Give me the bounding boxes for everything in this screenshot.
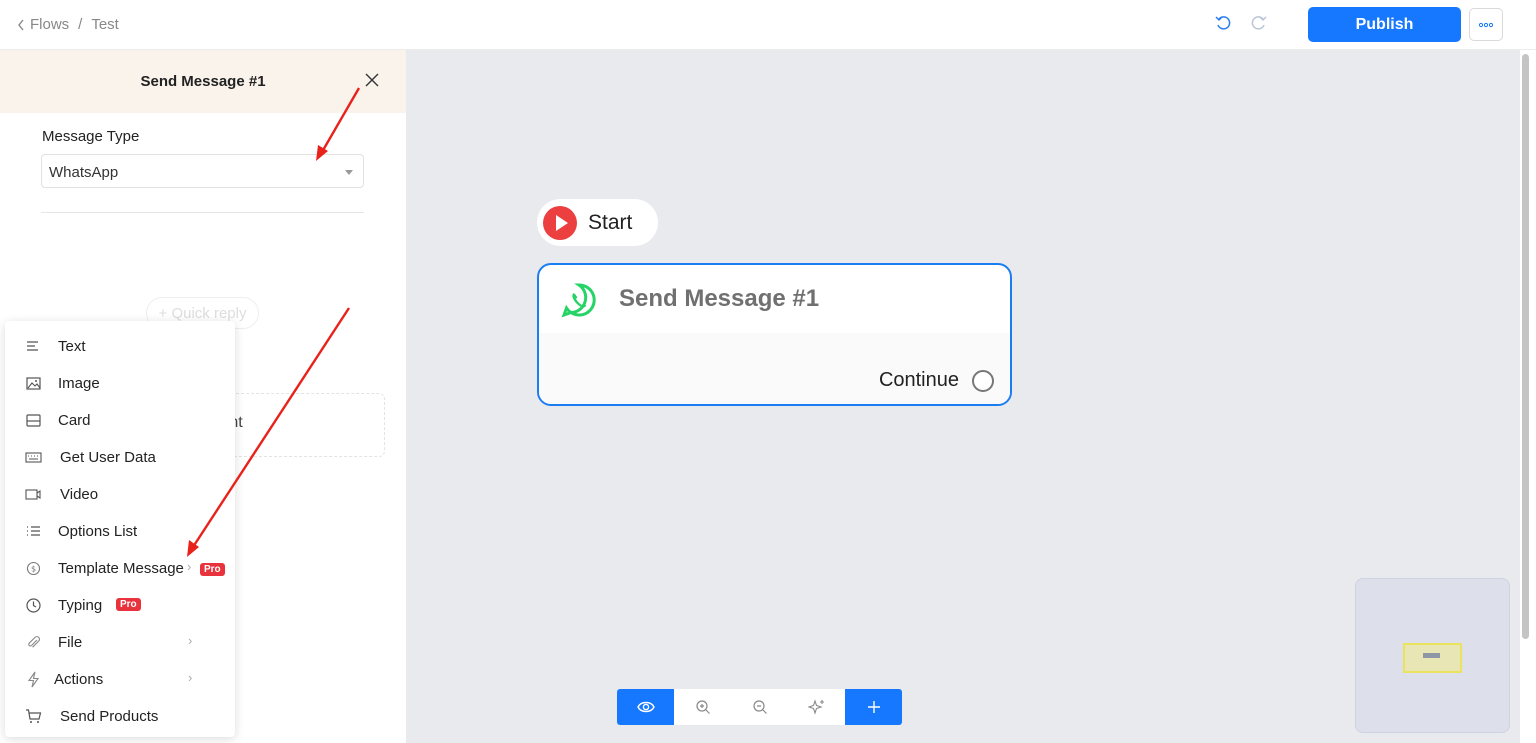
menu-item-label: Template Message	[58, 560, 184, 577]
video-icon	[25, 489, 41, 500]
breadcrumb-separator: /	[78, 16, 83, 33]
panel-title: Send Message #1	[140, 73, 266, 90]
menu-item-file[interactable]: File ›	[5, 624, 235, 660]
menu-item-video[interactable]: Video	[5, 476, 235, 512]
breadcrumb-current: Test	[91, 16, 119, 33]
minimap-node-marker	[1423, 653, 1440, 658]
menu-item-label: Get User Data	[60, 449, 156, 466]
pro-badge: Pro	[200, 563, 225, 576]
chevron-right-icon: ›	[188, 670, 193, 685]
menu-item-text[interactable]: Text	[5, 328, 235, 364]
start-node[interactable]: Start	[537, 199, 658, 246]
sparkle-icon	[807, 699, 824, 715]
chevron-right-icon: ›	[187, 559, 192, 574]
clock-icon	[26, 598, 41, 613]
continue-connection-port[interactable]	[972, 370, 994, 392]
zoom-out-button[interactable]	[731, 689, 788, 725]
cart-icon	[26, 709, 42, 723]
menu-item-label: File	[58, 634, 83, 651]
card-icon	[26, 414, 41, 427]
menu-item-label: Text	[58, 338, 86, 355]
vertical-scrollbar[interactable]	[1522, 54, 1529, 639]
menu-item-label: Send Products	[60, 708, 159, 725]
ellipsis-icon	[1478, 22, 1494, 27]
menu-item-label: Video	[60, 486, 99, 503]
history-controls	[1214, 14, 1268, 32]
menu-item-label: Options List	[58, 523, 138, 540]
menu-item-label: Typing	[58, 597, 103, 614]
menu-item-label: Card	[58, 412, 91, 429]
dollar-circle-icon: $	[26, 561, 41, 576]
start-node-label: Start	[588, 211, 633, 234]
list-icon	[27, 526, 40, 536]
text-lines-icon	[27, 341, 38, 351]
redo-icon[interactable]	[1250, 14, 1268, 32]
menu-item-label: Image	[58, 375, 100, 392]
keyboard-icon	[25, 452, 42, 463]
breadcrumb: Flows / Test	[16, 16, 119, 33]
top-bar: Flows / Test Publish	[0, 0, 1536, 50]
image-icon	[26, 377, 41, 390]
menu-item-send-products[interactable]: Send Products	[5, 698, 235, 734]
node-title: Send Message #1	[619, 285, 820, 312]
add-node-button[interactable]	[845, 689, 902, 725]
chevron-left-icon[interactable]	[16, 18, 26, 32]
paperclip-icon	[28, 636, 40, 648]
message-type-label: Message Type	[42, 128, 140, 145]
zoom-in-icon	[695, 700, 710, 714]
message-type-select[interactable]: WhatsApp	[41, 154, 364, 188]
send-message-node[interactable]: Send Message #1 Continue	[537, 263, 1012, 406]
lightning-icon	[27, 671, 40, 688]
more-options-button[interactable]	[1469, 8, 1503, 41]
message-type-value: WhatsApp	[49, 164, 119, 181]
caret-down-icon	[345, 170, 353, 175]
divider	[41, 212, 364, 213]
add-content-menu: Text Image Card Get User Data Video Opti…	[5, 321, 235, 737]
svg-text:$: $	[31, 565, 36, 574]
continue-label: Continue	[878, 369, 959, 391]
play-icon	[543, 206, 577, 240]
zoom-out-icon	[752, 700, 767, 714]
canvas-toolbar	[617, 689, 902, 725]
undo-icon[interactable]	[1214, 14, 1232, 32]
pro-badge: Pro	[116, 598, 141, 611]
whatsapp-icon	[561, 283, 596, 318]
menu-item-template-message[interactable]: $ Template Message › Pro	[5, 550, 235, 586]
breadcrumb-flows-link[interactable]: Flows	[30, 16, 69, 33]
zoom-in-button[interactable]	[674, 689, 731, 725]
menu-item-actions[interactable]: Actions ›	[5, 661, 235, 697]
menu-item-label: Actions	[54, 671, 104, 688]
minimap-viewport[interactable]	[1403, 643, 1462, 673]
chevron-right-icon: ›	[188, 633, 193, 648]
panel-header: Send Message #1	[0, 50, 406, 113]
close-icon[interactable]	[362, 70, 382, 90]
menu-item-typing[interactable]: Typing Pro	[5, 587, 235, 623]
menu-item-get-user-data[interactable]: Get User Data	[5, 439, 235, 475]
menu-item-card[interactable]: Card	[5, 402, 235, 438]
minimap[interactable]	[1355, 578, 1510, 733]
eye-icon	[636, 701, 655, 713]
auto-layout-button[interactable]	[788, 689, 845, 725]
plus-icon	[867, 701, 880, 713]
publish-button[interactable]: Publish	[1308, 7, 1461, 42]
menu-item-options-list[interactable]: Options List	[5, 513, 235, 549]
menu-item-image[interactable]: Image	[5, 365, 235, 401]
preview-button[interactable]	[617, 689, 674, 725]
